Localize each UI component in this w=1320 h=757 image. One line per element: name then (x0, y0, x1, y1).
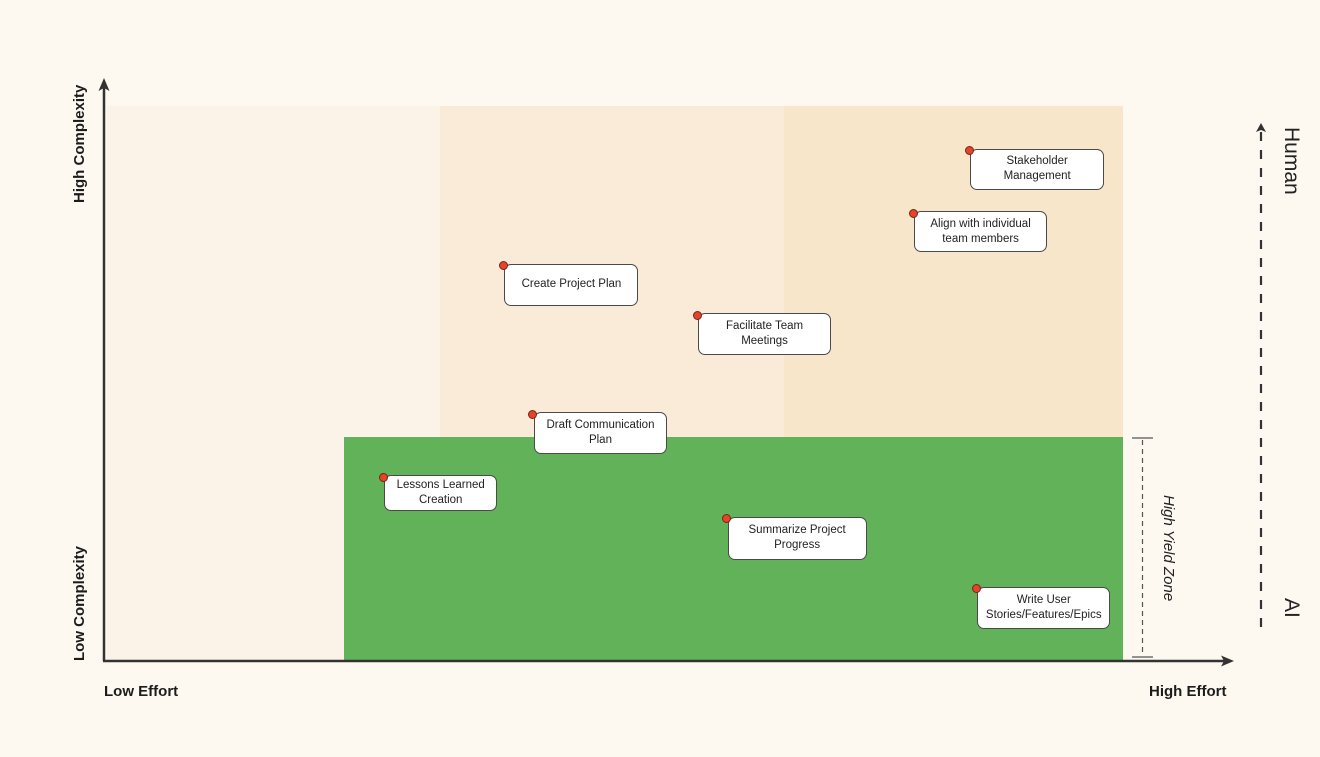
task-label: Align with individual team members (930, 217, 1030, 247)
task-card: Stakeholder Management (970, 148, 1105, 190)
task-card: Summarize Project Progress (727, 516, 867, 560)
task-label: Write User Stories/Features/Epics (986, 593, 1102, 623)
human-label: Human (1280, 127, 1303, 195)
task-label-line: Management (1003, 170, 1071, 183)
task-card: Write User Stories/Features/Epics (977, 586, 1111, 629)
x-axis-arrow-icon (1221, 655, 1234, 667)
task-label-line: Stories/Features/Epics (985, 608, 1102, 621)
x-axis-low-label: Low Effort (104, 683, 179, 700)
task-label-line: Summarize Project (748, 524, 846, 537)
task-label-line: Draft Communication (546, 419, 655, 432)
task-point-marker (378, 472, 388, 482)
task-label-line: Facilitate Team (725, 320, 804, 333)
task-card: Lessons Learned Creation (384, 475, 498, 512)
task-label-line: Align with individual (930, 217, 1031, 230)
effort-complexity-matrix: High Complexity Low Complexity Low Effor… (0, 0, 1320, 757)
task-label-line: Write User (1016, 593, 1071, 606)
task-point-marker (528, 409, 538, 419)
task-label-line: Stakeholder (1006, 155, 1068, 168)
task-card: Facilitate Team Meetings (698, 313, 832, 356)
high-yield-zone-label: High Yield Zone (1160, 495, 1177, 602)
task-card: Draft Communication Plan (533, 412, 667, 455)
task-label-line: Lessons Learned (396, 479, 485, 492)
task-card: Align with individual team members (914, 211, 1048, 253)
task-label: Summarize Project Progress (749, 523, 846, 553)
ai-label: AI (1280, 598, 1303, 618)
task-label: Facilitate Team Meetings (726, 319, 803, 349)
task-label-line: Plan (588, 434, 612, 447)
task-label-line: Progress (774, 539, 821, 552)
y-axis-arrow-icon (98, 78, 110, 91)
y-axis-high-label: High Complexity (71, 84, 88, 203)
task-card: Create Project Plan (504, 263, 639, 306)
task-label: Lessons Learned Creation (397, 478, 485, 508)
task-label: Create Project Plan (522, 277, 622, 292)
x-axis-high-label: High Effort (1149, 683, 1227, 700)
task-label-line: Create Project Plan (521, 278, 622, 291)
task-point-marker (908, 208, 918, 218)
y-axis-low-label: Low Complexity (71, 545, 88, 661)
task-label: Draft Communication Plan (546, 418, 654, 448)
task-label-line: Creation (418, 494, 463, 507)
human-arrow-icon (1256, 123, 1266, 132)
task-point-marker (692, 310, 702, 320)
task-label-line: Meetings (741, 335, 788, 348)
task-label-line: team members (942, 232, 1019, 245)
task-label: Stakeholder Management (1004, 154, 1071, 184)
